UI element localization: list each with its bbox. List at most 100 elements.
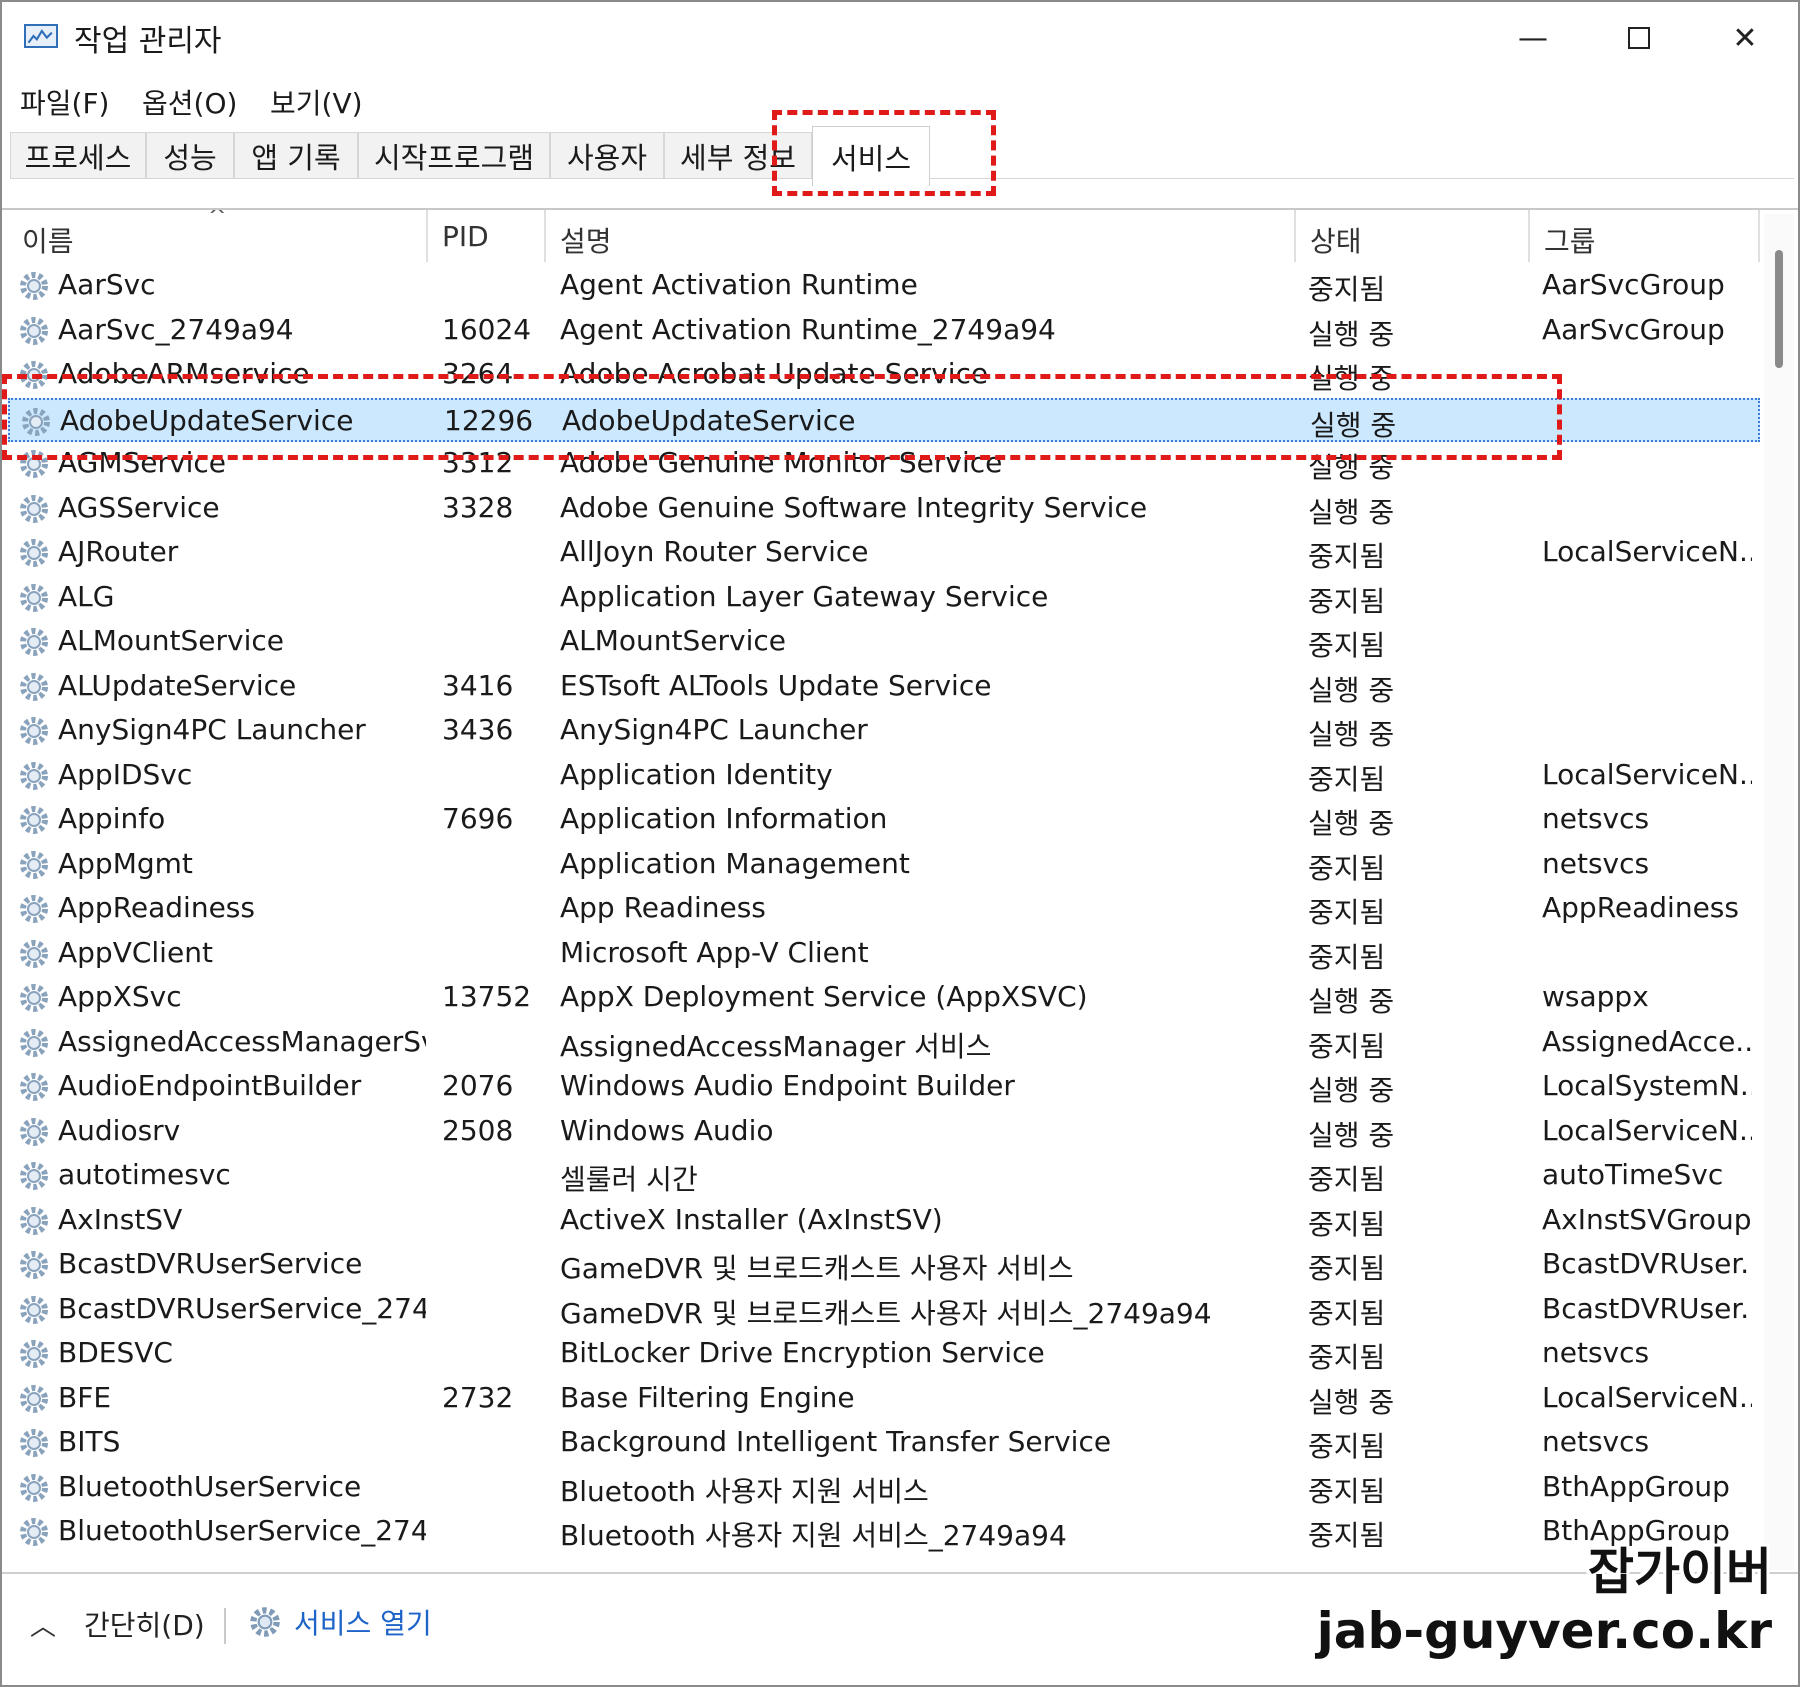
column-header-group[interactable]: 그룹 — [1530, 210, 1760, 262]
table-row[interactable]: AppReadiness App Readiness 중지됨 AppReadiness — [8, 887, 1760, 932]
tab-performance[interactable]: 성능 — [146, 132, 234, 178]
cell-group: LocalSystemN... — [1542, 1069, 1752, 1102]
table-row[interactable]: AarSvc Agent Activation Runtime 중지됨 AarSvcG… — [8, 264, 1760, 309]
table-row[interactable]: BluetoothUserService_274... Bluetooth 사용자… — [8, 1510, 1760, 1555]
fewer-details-button[interactable]: ︿ 간단히(D) — [30, 1604, 205, 1644]
table-row[interactable]: BFE 2732 Base Filtering Engine 실행 중 LocalSer… — [8, 1377, 1760, 1422]
menu-view[interactable]: 보기(V) — [270, 82, 363, 122]
column-header-description[interactable]: 설명 — [546, 210, 1296, 262]
cell-description: Adobe Genuine Software Integrity Service — [560, 490, 1148, 524]
cell-pid: 2076 — [442, 1069, 514, 1102]
cell-status: 실행 중 — [1308, 362, 1395, 395]
cell-status: 중지됨 — [1308, 1430, 1386, 1463]
tab-app-history[interactable]: 앱 기록 — [234, 132, 358, 178]
table-row-selected[interactable]: AdobeUpdateService 12296 AdobeUpdateServic… — [8, 397, 1760, 442]
cell-name: AppReadiness — [58, 891, 255, 924]
table-row[interactable]: AGSService 3328 Adobe Genuine Software Int… — [8, 487, 1760, 532]
table-row[interactable]: AGMService 3312 Adobe Genuine Monitor Serv… — [8, 442, 1760, 487]
scrollbar-thumb[interactable] — [1775, 250, 1783, 368]
cell-name: BluetoothUserService_274... — [58, 1514, 426, 1547]
cell-status: 중지됨 — [1308, 540, 1386, 573]
service-gear-icon — [20, 806, 48, 834]
table-row[interactable]: Appinfo 7696 Application Information 실행 중 ne… — [8, 798, 1760, 843]
cell-description: Application Layer Gateway Service — [560, 579, 1049, 613]
cell-pid: 12296 — [444, 403, 534, 437]
service-gear-icon — [20, 1162, 48, 1190]
maximize-icon — [1628, 27, 1650, 49]
menu-options[interactable]: 옵션(O) — [142, 82, 237, 122]
table-row[interactable]: AppVClient Microsoft App-V Client 중지됨 — [8, 932, 1760, 977]
cell-group: LocalServiceN... — [1542, 1380, 1752, 1414]
cell-status: 중지됨 — [1308, 1341, 1386, 1374]
open-services-link[interactable]: 서비스 열기 — [246, 1602, 432, 1642]
service-gear-icon — [20, 628, 48, 656]
cell-group: netsvcs — [1542, 802, 1650, 835]
task-manager-icon — [24, 24, 58, 48]
column-header-name[interactable]: 이름 ^ — [8, 210, 428, 262]
service-gear-icon — [20, 1473, 48, 1502]
table-row[interactable]: AxInstSV ActiveX Installer (AxInstSV) 중지됨 A… — [8, 1199, 1760, 1244]
cell-name: BluetoothUserService — [58, 1469, 362, 1503]
column-header-pid[interactable]: PID — [428, 210, 546, 262]
table-row[interactable]: BDESVC BitLocker Drive Encryption Service… — [8, 1332, 1760, 1377]
cell-name: ALUpdateService — [58, 668, 297, 702]
tab-users[interactable]: 사용자 — [550, 132, 664, 178]
cell-description: Bluetooth 사용자 지원 서비스 — [560, 1474, 929, 1508]
cell-pid: 7696 — [442, 802, 514, 835]
cell-description: Application Identity — [560, 757, 833, 791]
table-row[interactable]: BITS Background Intelligent Transfer Serv… — [8, 1421, 1760, 1466]
tab-startup[interactable]: 시작프로그램 — [358, 132, 550, 178]
cell-status: 중지됨 — [1308, 851, 1386, 885]
cell-group: LocalServiceN... — [1542, 535, 1752, 568]
tab-services[interactable]: 서비스 — [812, 126, 930, 186]
cell-name: AJRouter — [58, 535, 179, 568]
cell-status: 실행 중 — [1308, 495, 1395, 529]
table-row[interactable]: AnySign4PC Launcher 3436 AnySign4PC Launch… — [8, 709, 1760, 754]
vertical-scrollbar[interactable] — [1764, 214, 1794, 1570]
cell-description: Adobe Acrobat Update Service — [560, 357, 989, 390]
table-row[interactable]: ALG Application Layer Gateway Service 중지됨 — [8, 576, 1760, 621]
cell-name: AssignedAccessManagerSvc — [58, 1024, 426, 1058]
services-gear-icon — [250, 1607, 280, 1637]
service-gear-icon — [20, 450, 48, 478]
cell-status: 실행 중 — [1308, 1074, 1395, 1107]
minimize-button[interactable]: — — [1498, 10, 1568, 66]
column-name-label: 이름 — [22, 225, 74, 258]
cell-description: AdobeUpdateService — [562, 403, 856, 437]
table-row[interactable]: AdobeARMservice 3264 Adobe Acrobat Update … — [8, 353, 1760, 398]
tab-processes[interactable]: 프로세스 — [10, 132, 146, 178]
column-header-status[interactable]: 상태 — [1296, 210, 1530, 262]
cell-group: BcastDVRUser... — [1542, 1247, 1752, 1280]
cell-description: GameDVR 및 브로드캐스트 사용자 서비스_2749a94 — [560, 1296, 1212, 1330]
cell-group: netsvcs — [1542, 846, 1650, 880]
table-row[interactable]: AppMgmt Application Management 중지됨 netsvcs — [8, 843, 1760, 888]
cell-name: AGSService — [58, 490, 220, 524]
table-row[interactable]: ALUpdateService 3416 ESTsoft ALTools Updat… — [8, 665, 1760, 710]
service-gear-icon — [20, 316, 48, 345]
table-row[interactable]: AssignedAccessManagerSvc AssignedAccessMa… — [8, 1021, 1760, 1066]
table-row[interactable]: autotimesvc 셀룰러 시간 중지됨 autoTimeSvc — [8, 1154, 1760, 1199]
service-gear-icon — [20, 1429, 48, 1457]
cell-pid: 3436 — [442, 713, 514, 746]
maximize-button[interactable] — [1604, 10, 1674, 66]
cell-description: Bluetooth 사용자 지원 서비스_2749a94 — [560, 1519, 1067, 1552]
table-row[interactable]: BluetoothUserService Bluetooth 사용자 지원 서비스… — [8, 1466, 1760, 1511]
menu-file[interactable]: 파일(F) — [20, 82, 109, 122]
cell-pid: 3264 — [442, 357, 514, 390]
table-row[interactable]: AppIDSvc Application Identity 중지됨 LocalServ… — [8, 754, 1760, 799]
table-row[interactable]: AppXSvc 13752 AppX Deployment Service (App… — [8, 976, 1760, 1021]
table-row[interactable]: Audiosrv 2508 Windows Audio 실행 중 LocalServic… — [8, 1110, 1760, 1155]
table-row[interactable]: AarSvc_2749a94 16024 Agent Activation Runt… — [8, 309, 1760, 354]
table-row[interactable]: BcastDVRUserService GameDVR 및 브로드캐스트 사용자 … — [8, 1243, 1760, 1288]
table-row[interactable]: AudioEndpointBuilder 2076 Windows Audio En… — [8, 1065, 1760, 1110]
cell-status: 중지됨 — [1308, 896, 1386, 929]
cell-pid: 3416 — [442, 668, 514, 702]
cell-pid: 13752 — [442, 980, 532, 1013]
table-row[interactable]: AJRouter AllJoyn Router Service 중지됨 LocalSe… — [8, 531, 1760, 576]
table-row[interactable]: ALMountService ALMountService 중지됨 — [8, 620, 1760, 665]
tab-bar: 프로세스 성능 앱 기록 시작프로그램 사용자 세부 정보 서비스 — [2, 124, 1798, 210]
table-row[interactable]: BcastDVRUserService_274... GameDVR 및 브로드캐… — [8, 1288, 1760, 1333]
cell-description: Agent Activation Runtime_2749a94 — [560, 312, 1056, 346]
close-button[interactable]: ✕ — [1710, 10, 1780, 66]
tab-details[interactable]: 세부 정보 — [664, 132, 812, 178]
